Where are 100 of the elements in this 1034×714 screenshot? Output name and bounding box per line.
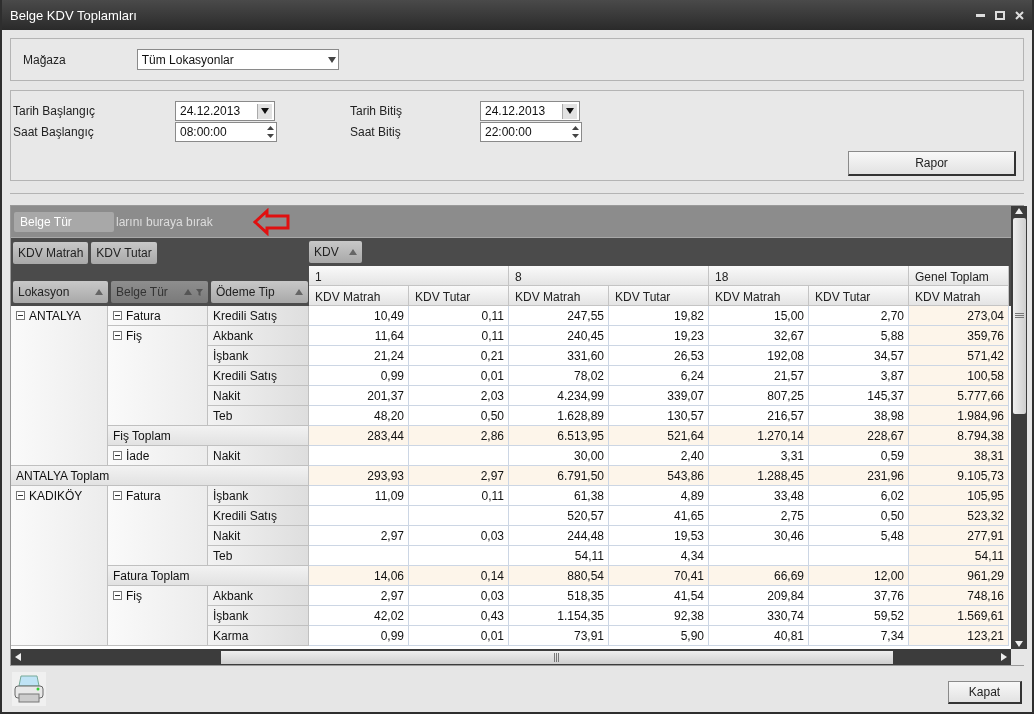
scroll-thumb[interactable]	[1012, 218, 1026, 414]
collapse-icon[interactable]	[113, 491, 122, 500]
grip-icon	[1014, 313, 1024, 319]
row-field-button[interactable]: Lokasyon	[13, 281, 108, 303]
table-cell: 0,01	[409, 366, 509, 386]
table-cell: 130,57	[609, 406, 709, 426]
row-header-cell: Teb	[208, 546, 309, 566]
collapse-icon[interactable]	[113, 311, 122, 320]
table-cell: 0,50	[809, 506, 909, 526]
spin-icon[interactable]	[572, 125, 579, 139]
time-field[interactable]: 08:00:00	[175, 122, 277, 142]
field-label: Mağaza	[23, 52, 66, 67]
table-cell: 2,75	[709, 506, 809, 526]
grip-icon	[554, 652, 560, 662]
table-cell: 1.154,35	[509, 606, 609, 626]
table-cell: 123,21	[909, 626, 1009, 646]
collapse-icon[interactable]	[113, 451, 122, 460]
table-cell: 0,59	[809, 446, 909, 466]
collapse-icon[interactable]	[113, 331, 122, 340]
table-cell: 6,02	[809, 486, 909, 506]
column-group-header: 8	[509, 266, 709, 286]
date-field[interactable]: 24.12.2013	[175, 101, 275, 121]
maximize-icon[interactable]	[995, 10, 1005, 20]
row-header-cell: Nakit	[208, 446, 309, 466]
collapse-icon[interactable]	[16, 311, 25, 320]
table-cell: 0,99	[309, 626, 409, 646]
close-icon[interactable]	[1015, 10, 1024, 20]
time-field[interactable]: 22:00:00	[480, 122, 582, 142]
field-label: Saat Bitiş	[350, 125, 401, 139]
table-cell: 40,81	[709, 626, 809, 646]
table-cell: 7,34	[809, 626, 909, 646]
row-header-cell: Kredili Satış	[208, 366, 309, 386]
total-cell: 0,14	[409, 566, 509, 586]
store-dropdown[interactable]: Tüm Lokasyonlar	[136, 49, 339, 70]
table-cell: 26,53	[609, 346, 709, 366]
row-header-cell: Karma	[208, 626, 309, 646]
total-cell: 14,06	[309, 566, 409, 586]
caret-icon	[261, 108, 269, 114]
table-cell: 41,65	[609, 506, 709, 526]
dropdown-button[interactable]	[257, 103, 272, 119]
collapse-icon[interactable]	[113, 591, 122, 600]
scroll-thumb[interactable]	[221, 650, 893, 664]
scroll-right-icon[interactable]	[1001, 653, 1007, 661]
total-cell: 543,86	[609, 466, 709, 486]
table-cell: 247,55	[509, 306, 609, 326]
row-header-cell: İşbank	[208, 606, 309, 626]
table-cell: 4.234,99	[509, 386, 609, 406]
column-header: KDV Tutar	[809, 286, 909, 306]
group-label: İade	[126, 449, 150, 463]
field-label: Tarih Başlangıç	[13, 104, 96, 118]
table-cell: 1.569,61	[909, 606, 1009, 626]
total-row-header: ANTALYA Toplam	[11, 466, 309, 486]
report-button[interactable]: Rapor	[848, 151, 1016, 176]
table-cell: 32,67	[709, 326, 809, 346]
table-cell: 807,25	[709, 386, 809, 406]
date-field[interactable]: 24.12.2013	[480, 101, 580, 121]
table-cell: 523,32	[909, 506, 1009, 526]
table-cell: 2,97	[309, 586, 409, 606]
dropdown-button[interactable]	[562, 103, 577, 119]
data-field-button[interactable]: KDV Matrah	[13, 242, 89, 264]
table-cell: 37,76	[809, 586, 909, 606]
printer-icon[interactable]	[12, 672, 46, 706]
sort-icon	[295, 289, 303, 295]
spin-icon[interactable]	[267, 125, 274, 139]
table-cell: 0,01	[409, 626, 509, 646]
field-label: Tarih Bitiş	[350, 104, 402, 118]
horizontal-scrollbar[interactable]	[11, 649, 1011, 665]
vertical-scrollbar[interactable]	[1011, 206, 1027, 649]
table-cell: 54,11	[509, 546, 609, 566]
table-cell: 0,21	[409, 346, 509, 366]
close-button[interactable]: Kapat	[948, 680, 1022, 704]
column-header: KDV Matrah	[909, 286, 1009, 306]
table-cell: 0,11	[409, 326, 509, 346]
table-cell: 192,08	[709, 346, 809, 366]
data-field-button[interactable]: KDV Tutar	[91, 242, 157, 264]
total-cell: 6.513,95	[509, 426, 609, 446]
table-cell: 38,98	[809, 406, 909, 426]
total-cell: 961,29	[909, 566, 1009, 586]
table-cell: 42,02	[309, 606, 409, 626]
total-cell: 66,69	[709, 566, 809, 586]
table-cell: 201,37	[309, 386, 409, 406]
table-cell: 0,99	[309, 366, 409, 386]
table-cell: 240,45	[509, 326, 609, 346]
scroll-left-icon[interactable]	[15, 653, 21, 661]
sort-icon	[95, 289, 103, 295]
row-header-cell: Nakit	[208, 526, 309, 546]
minimize-icon[interactable]	[976, 13, 985, 17]
row-field-button[interactable]: Ödeme Tip	[211, 281, 308, 303]
table-cell: 21,24	[309, 346, 409, 366]
table-cell: 2,03	[409, 386, 509, 406]
table-cell: 0,11	[409, 486, 509, 506]
caret-icon	[566, 108, 574, 114]
table-cell: 33,48	[709, 486, 809, 506]
collapse-icon[interactable]	[16, 491, 25, 500]
column-field-button[interactable]: KDV	[309, 241, 362, 263]
table-cell: 4,34	[609, 546, 709, 566]
table-cell: 330,74	[709, 606, 809, 626]
total-cell: 283,44	[309, 426, 409, 446]
table-cell: 38,31	[909, 446, 1009, 466]
column-group-header: 18	[709, 266, 909, 286]
